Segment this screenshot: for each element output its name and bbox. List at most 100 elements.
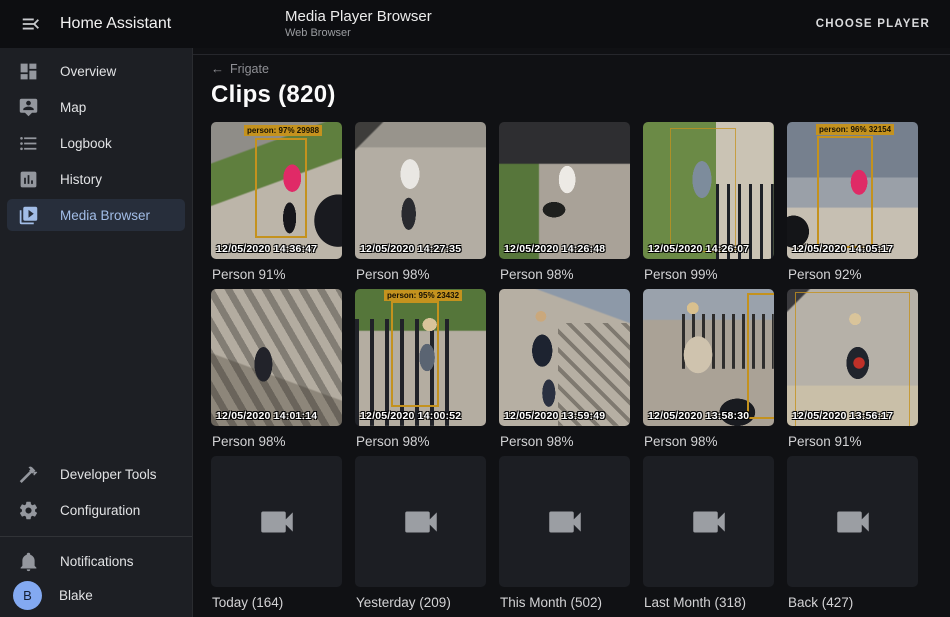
sidebar-spacer	[0, 233, 192, 456]
content-header-divider	[193, 48, 950, 55]
video-icon	[256, 501, 298, 543]
sidebar-item-overview[interactable]: Overview	[7, 55, 185, 87]
folder-thumbnail	[499, 456, 630, 587]
clip-thumbnail: 12/05/2020 13:59:49	[499, 289, 630, 426]
clip-thumbnail: 12/05/2020 13:58:30	[643, 289, 774, 426]
detection-bounding-box	[795, 292, 910, 426]
clip-caption: Person 98%	[356, 267, 486, 283]
clip-tile[interactable]: person: 95% 23432 12/05/2020 14:00:52 Pe…	[355, 289, 486, 456]
clip-tile[interactable]: 12/05/2020 13:59:49 Person 98%	[499, 289, 630, 456]
sidebar-item-logbook[interactable]: Logbook	[7, 127, 185, 159]
clip-thumbnail: 12/05/2020 14:26:07	[643, 122, 774, 259]
app-title: Home Assistant	[60, 15, 171, 33]
clip-caption: Person 99%	[644, 267, 774, 283]
clip-tile[interactable]: person: 96% 32154 12/05/2020 14:05:17 Pe…	[787, 122, 918, 289]
media-browser-panel: ← Frigate Clips (820) person: 97% 29988 …	[193, 48, 950, 617]
clip-tile[interactable]: person: 97% 29988 12/05/2020 14:36:47 Pe…	[211, 122, 342, 289]
breadcrumb-back[interactable]: ← Frigate	[211, 61, 269, 76]
back-arrow-icon: ←	[211, 61, 224, 76]
detection-label: person: 97% 29988	[244, 125, 322, 136]
clip-thumbnail: person: 95% 23432 12/05/2020 14:00:52	[355, 289, 486, 426]
clip-timestamp: 12/05/2020 14:36:47	[216, 243, 317, 255]
folder-caption: Back (427)	[788, 595, 918, 611]
clip-caption: Person 98%	[212, 434, 342, 450]
folder-tile-back[interactable]: Back (427)	[787, 456, 918, 617]
detection-label: person: 95% 23432	[384, 290, 462, 301]
gear-icon	[16, 498, 40, 522]
sidebar-item-notifications[interactable]: Notifications	[7, 545, 185, 577]
sidebar-item-user[interactable]: B Blake	[7, 579, 185, 611]
clip-tile[interactable]: 12/05/2020 14:27:35 Person 98%	[355, 122, 486, 289]
folder-thumbnail	[211, 456, 342, 587]
view-dashboard-icon	[16, 59, 40, 83]
panel-title: Media Player Browser	[285, 8, 432, 27]
folder-thumbnail	[355, 456, 486, 587]
clips-grid: person: 97% 29988 12/05/2020 14:36:47 Pe…	[211, 122, 932, 617]
clip-caption: Person 98%	[644, 434, 774, 450]
page-title: Clips (820)	[211, 81, 950, 109]
folder-caption: Yesterday (209)	[356, 595, 486, 611]
clip-thumbnail: 12/05/2020 13:56:17	[787, 289, 918, 426]
clip-timestamp: 12/05/2020 13:56:17	[792, 410, 893, 422]
menu-open-icon	[20, 13, 42, 35]
clip-timestamp: 12/05/2020 13:58:30	[648, 410, 749, 422]
bell-icon	[16, 549, 40, 573]
folder-thumbnail	[787, 456, 918, 587]
sidebar-item-history[interactable]: History	[7, 163, 185, 195]
sidebar-item-label: Overview	[60, 64, 116, 79]
detection-bounding-box	[391, 301, 439, 407]
detection-bounding-box	[817, 136, 873, 248]
folder-caption: Today (164)	[212, 595, 342, 611]
clip-caption: Person 98%	[356, 434, 486, 450]
choose-player-button[interactable]: CHOOSE PLAYER	[810, 10, 936, 38]
clip-tile[interactable]: 12/05/2020 13:56:17 Person 91%	[787, 289, 918, 456]
clip-timestamp: 12/05/2020 14:05:17	[792, 243, 893, 255]
account-tooltip-icon	[16, 95, 40, 119]
detection-bounding-box	[255, 138, 307, 238]
sidebar-item-map[interactable]: Map	[7, 91, 185, 123]
user-name: Blake	[59, 588, 93, 603]
sidebar-item-label: Map	[60, 100, 86, 115]
format-list-bulleted-icon	[16, 131, 40, 155]
clip-thumbnail: 12/05/2020 14:01:14	[211, 289, 342, 426]
sidebar-item-label: Logbook	[60, 136, 112, 151]
clip-timestamp: 12/05/2020 14:26:07	[648, 243, 749, 255]
menu-open-button[interactable]	[15, 8, 47, 40]
clip-caption: Person 98%	[500, 267, 630, 283]
user-avatar: B	[13, 581, 42, 610]
panel-subtitle: Web Browser	[285, 27, 432, 41]
folder-tile-this-month[interactable]: This Month (502)	[499, 456, 630, 617]
video-icon	[832, 501, 874, 543]
folder-thumbnail	[643, 456, 774, 587]
panel-title-block: Media Player Browser Web Browser	[285, 8, 432, 41]
folder-caption: Last Month (318)	[644, 595, 774, 611]
folder-tile-last-month[interactable]: Last Month (318)	[643, 456, 774, 617]
clip-tile[interactable]: 12/05/2020 14:26:07 Person 99%	[643, 122, 774, 289]
clip-timestamp: 12/05/2020 14:26:48	[504, 243, 605, 255]
sidebar-item-label: Notifications	[60, 554, 134, 569]
sidebar-item-label: History	[60, 172, 102, 187]
sidebar-item-developer-tools[interactable]: Developer Tools	[7, 458, 185, 490]
sidebar-item-configuration[interactable]: Configuration	[7, 494, 185, 526]
sidebar: Overview Map Logbook History Media Brows…	[0, 48, 193, 617]
clip-timestamp: 12/05/2020 13:59:49	[504, 410, 605, 422]
video-icon	[400, 501, 442, 543]
video-icon	[544, 501, 586, 543]
clip-tile[interactable]: 12/05/2020 13:58:30 Person 98%	[643, 289, 774, 456]
clip-tile[interactable]: 12/05/2020 14:26:48 Person 98%	[499, 122, 630, 289]
play-box-multiple-icon	[16, 203, 40, 227]
folder-tile-yesterday[interactable]: Yesterday (209)	[355, 456, 486, 617]
hammer-icon	[16, 462, 40, 486]
clip-thumbnail: 12/05/2020 14:26:48	[499, 122, 630, 259]
clip-tile[interactable]: 12/05/2020 14:01:14 Person 98%	[211, 289, 342, 456]
folder-caption: This Month (502)	[500, 595, 630, 611]
clip-thumbnail: person: 97% 29988 12/05/2020 14:36:47	[211, 122, 342, 259]
top-app-bar: Home Assistant Media Player Browser Web …	[0, 0, 950, 48]
sidebar-item-media-browser[interactable]: Media Browser	[7, 199, 185, 231]
sidebar-header: Home Assistant	[0, 8, 193, 40]
folder-tile-today[interactable]: Today (164)	[211, 456, 342, 617]
sidebar-item-label: Media Browser	[60, 208, 150, 223]
clip-timestamp: 12/05/2020 14:27:35	[360, 243, 461, 255]
detection-label: person: 96% 32154	[816, 124, 894, 135]
clip-caption: Person 91%	[788, 434, 918, 450]
